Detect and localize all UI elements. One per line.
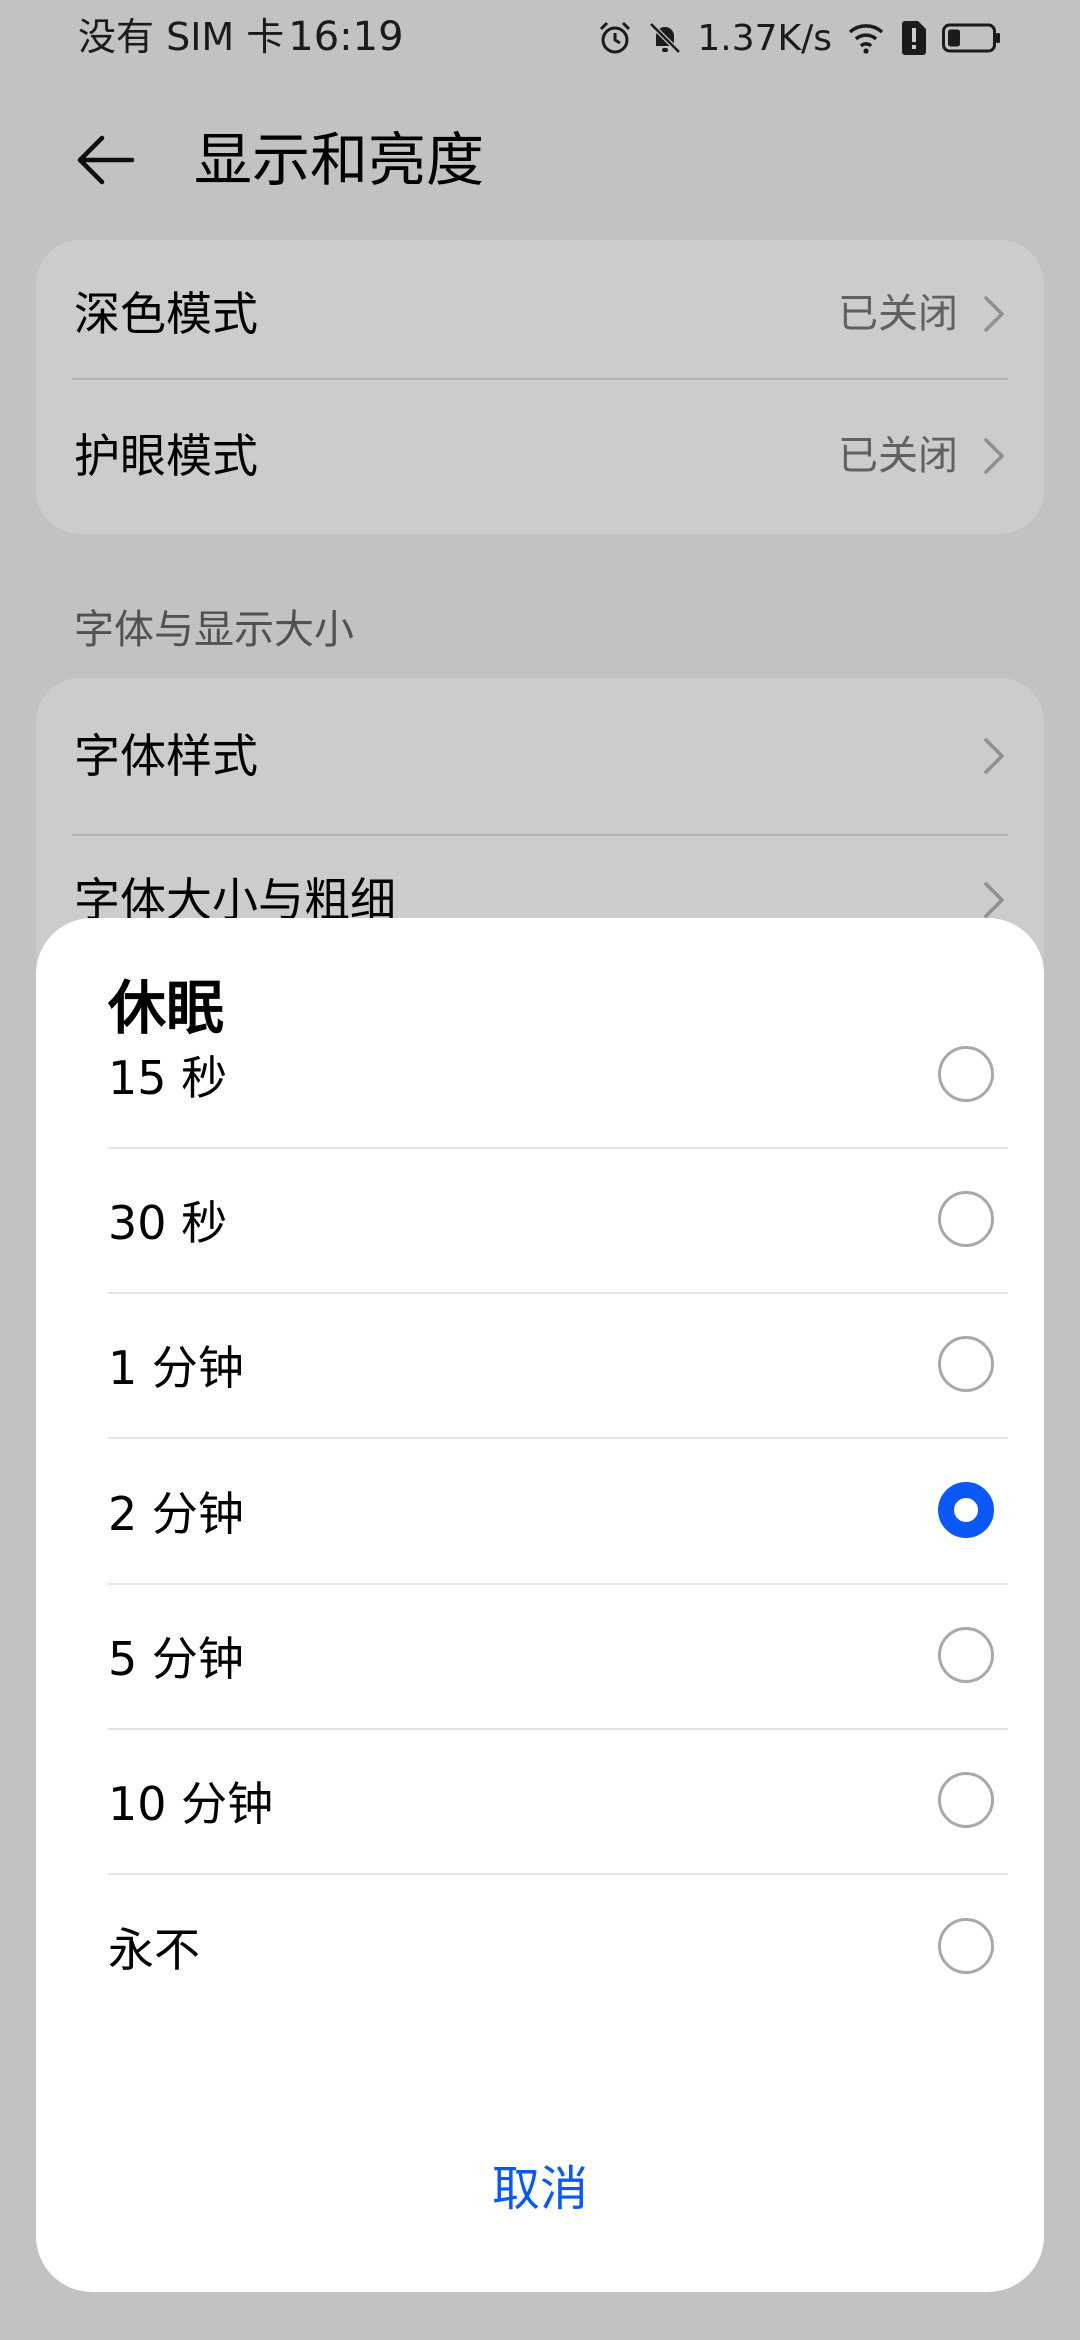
sleep-option-15s[interactable]: 15 秒 [108,1004,1008,1149]
sleep-option-10min[interactable]: 10 分钟 [108,1730,1008,1875]
radio-button[interactable] [938,1772,994,1828]
option-label: 10 分钟 [108,1777,274,1831]
option-divider [108,1873,1008,1875]
option-label: 5 分钟 [108,1632,244,1686]
option-label: 1 分钟 [108,1341,244,1395]
radio-button[interactable] [938,1191,994,1247]
option-label: 15 秒 [108,1051,228,1105]
option-label: 永不 [108,1923,200,1977]
sleep-option-30s[interactable]: 30 秒 [108,1149,1008,1294]
option-label: 2 分钟 [108,1487,244,1541]
radio-button[interactable] [938,1336,994,1392]
cancel-button[interactable]: 取消 [36,2144,1044,2234]
sleep-option-never[interactable]: 永不 [108,1876,1008,2021]
radio-button-selected[interactable] [938,1482,994,1538]
radio-button[interactable] [938,1918,994,1974]
radio-button[interactable] [938,1627,994,1683]
option-divider [108,1437,1008,1439]
sleep-dialog: 休眠 15 秒 30 秒 1 分钟 2 分钟 5 分钟 10 分钟 永不 取消 [36,918,1044,2292]
option-label: 30 秒 [108,1196,228,1250]
radio-button[interactable] [938,1046,994,1102]
sleep-option-1min[interactable]: 1 分钟 [108,1294,1008,1439]
sleep-option-5min[interactable]: 5 分钟 [108,1585,1008,1730]
sleep-option-2min[interactable]: 2 分钟 [108,1440,1008,1585]
